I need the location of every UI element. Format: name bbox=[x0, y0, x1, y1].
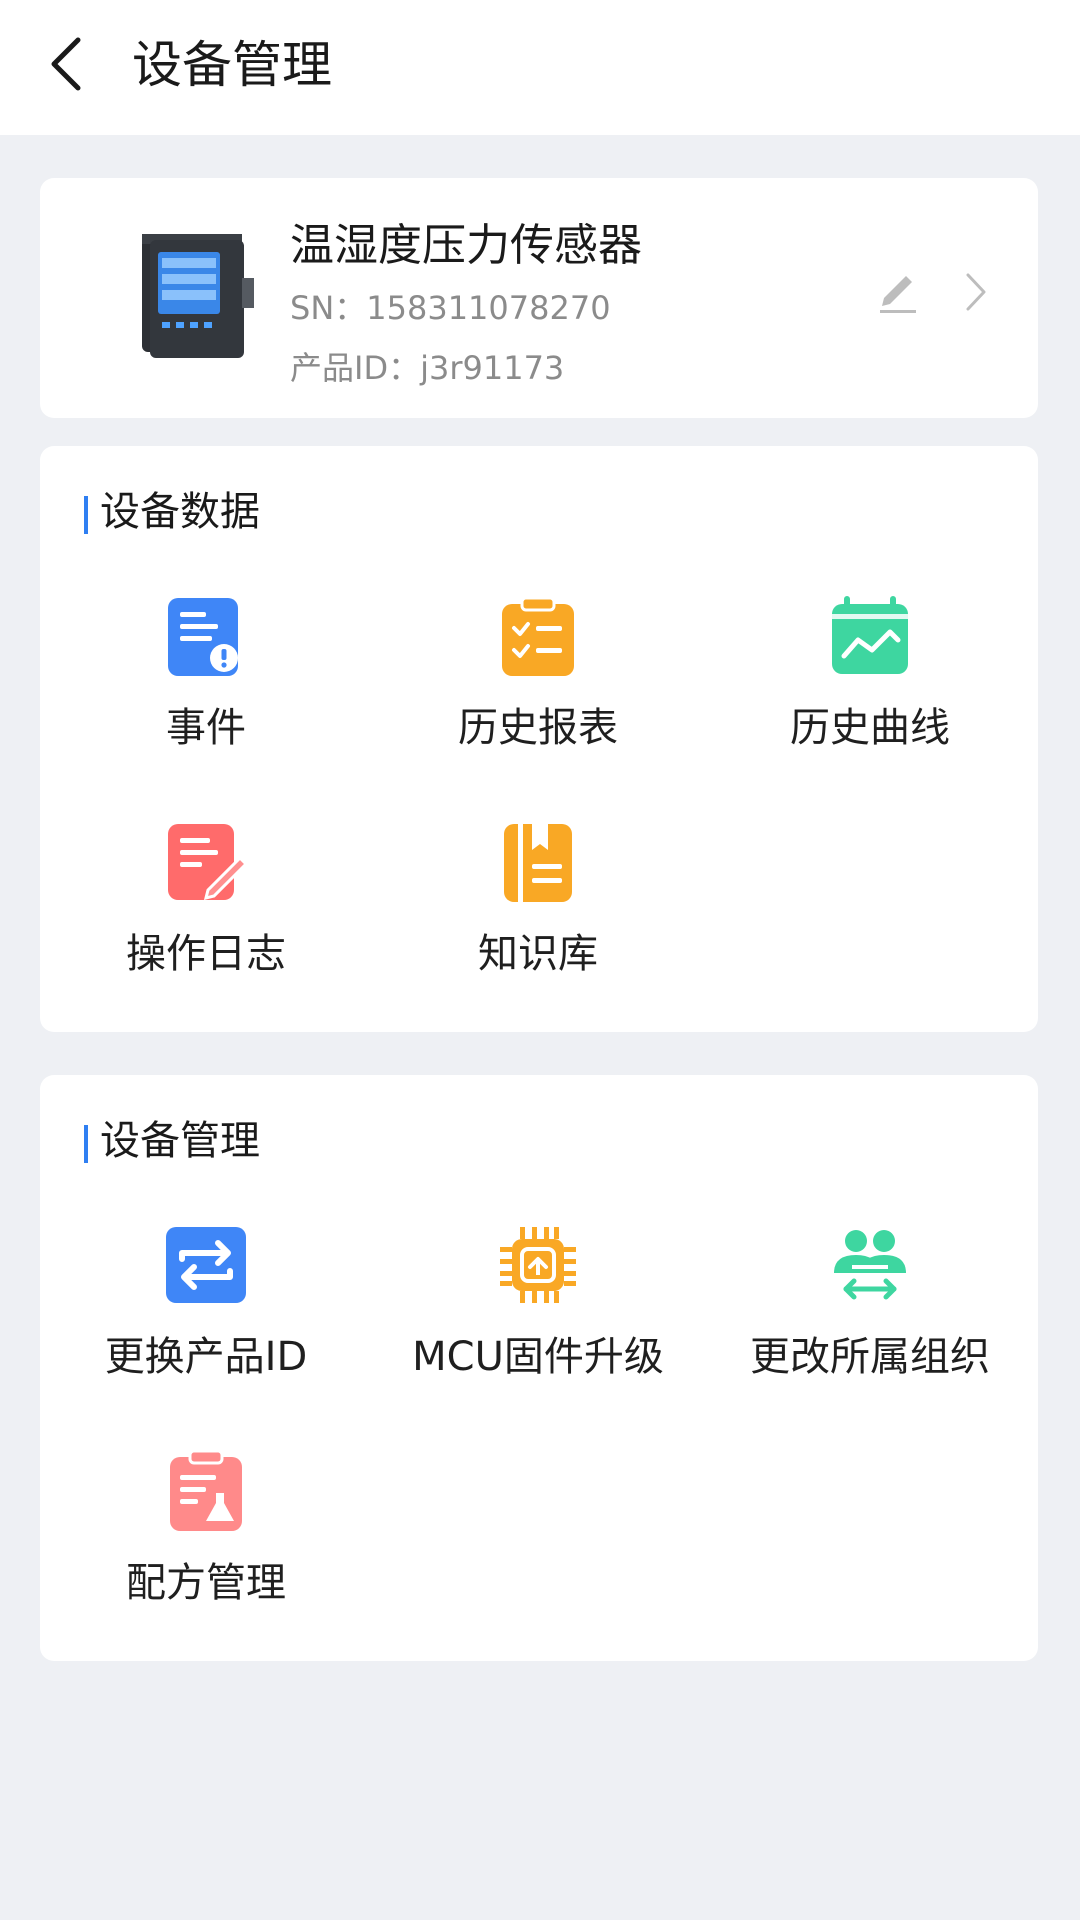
report-icon bbox=[502, 596, 574, 676]
device-image bbox=[142, 234, 254, 358]
edit-device-button[interactable] bbox=[868, 260, 928, 320]
tile-history-report[interactable]: 历史报表 bbox=[372, 582, 704, 782]
tile-change-organization[interactable]: 更改所属组织 bbox=[704, 1211, 1036, 1411]
recipe-icon bbox=[170, 1449, 242, 1531]
section-title: 设备管理 bbox=[100, 1118, 260, 1164]
curve-icon bbox=[832, 596, 908, 674]
page-title: 设备管理 bbox=[132, 36, 332, 94]
group-icon bbox=[834, 1230, 906, 1300]
tile-label: 事件 bbox=[166, 705, 246, 751]
tile-knowledge-base[interactable]: 知识库 bbox=[372, 808, 704, 1008]
tile-label: 配方管理 bbox=[126, 1560, 286, 1606]
chevron-right-icon bbox=[966, 273, 986, 311]
tile-recipe-management[interactable]: 配方管理 bbox=[40, 1437, 372, 1637]
tile-label: MCU固件升级 bbox=[412, 1334, 664, 1380]
app-header: 设备管理 bbox=[0, 0, 1080, 135]
section-title: 设备数据 bbox=[100, 489, 260, 535]
device-info-card[interactable]: 温湿度压力传感器 SN：158311078270 产品ID：j3r91173 bbox=[40, 178, 1038, 418]
log-icon bbox=[168, 824, 249, 901]
device-data-section: 设备数据 事件 历史报表 历史曲线 操作日志 知识库 bbox=[40, 446, 1038, 1032]
tile-label: 历史曲线 bbox=[790, 705, 950, 751]
device-detail-button[interactable] bbox=[950, 264, 1002, 320]
device-product-id: 产品ID：j3r91173 bbox=[290, 349, 565, 387]
device-sn: SN：158311078270 bbox=[290, 289, 611, 327]
tile-mcu-firmware-upgrade[interactable]: MCU固件升级 bbox=[372, 1211, 704, 1411]
tile-label: 更改所属组织 bbox=[750, 1334, 990, 1380]
device-manage-section: 设备管理 更换产品ID MCU固件升级 更改所属组织 配方管理 bbox=[40, 1075, 1038, 1661]
chip-icon bbox=[500, 1227, 576, 1303]
pencil-icon bbox=[880, 276, 916, 313]
device-name: 温湿度压力传感器 bbox=[290, 220, 642, 271]
tile-label: 操作日志 bbox=[126, 931, 286, 977]
chevron-left-icon bbox=[51, 37, 81, 91]
tile-change-product-id[interactable]: 更换产品ID bbox=[40, 1211, 372, 1411]
tile-label: 知识库 bbox=[478, 931, 598, 977]
tile-event[interactable]: 事件 bbox=[40, 582, 372, 782]
swap-icon bbox=[166, 1227, 246, 1303]
knowledge-icon bbox=[504, 824, 572, 902]
back-button[interactable] bbox=[30, 28, 102, 100]
event-icon bbox=[168, 598, 238, 676]
tile-label: 更换产品ID bbox=[104, 1334, 308, 1380]
tile-operation-log[interactable]: 操作日志 bbox=[40, 808, 372, 1008]
tile-label: 历史报表 bbox=[458, 705, 618, 751]
tile-history-curve[interactable]: 历史曲线 bbox=[704, 582, 1036, 782]
